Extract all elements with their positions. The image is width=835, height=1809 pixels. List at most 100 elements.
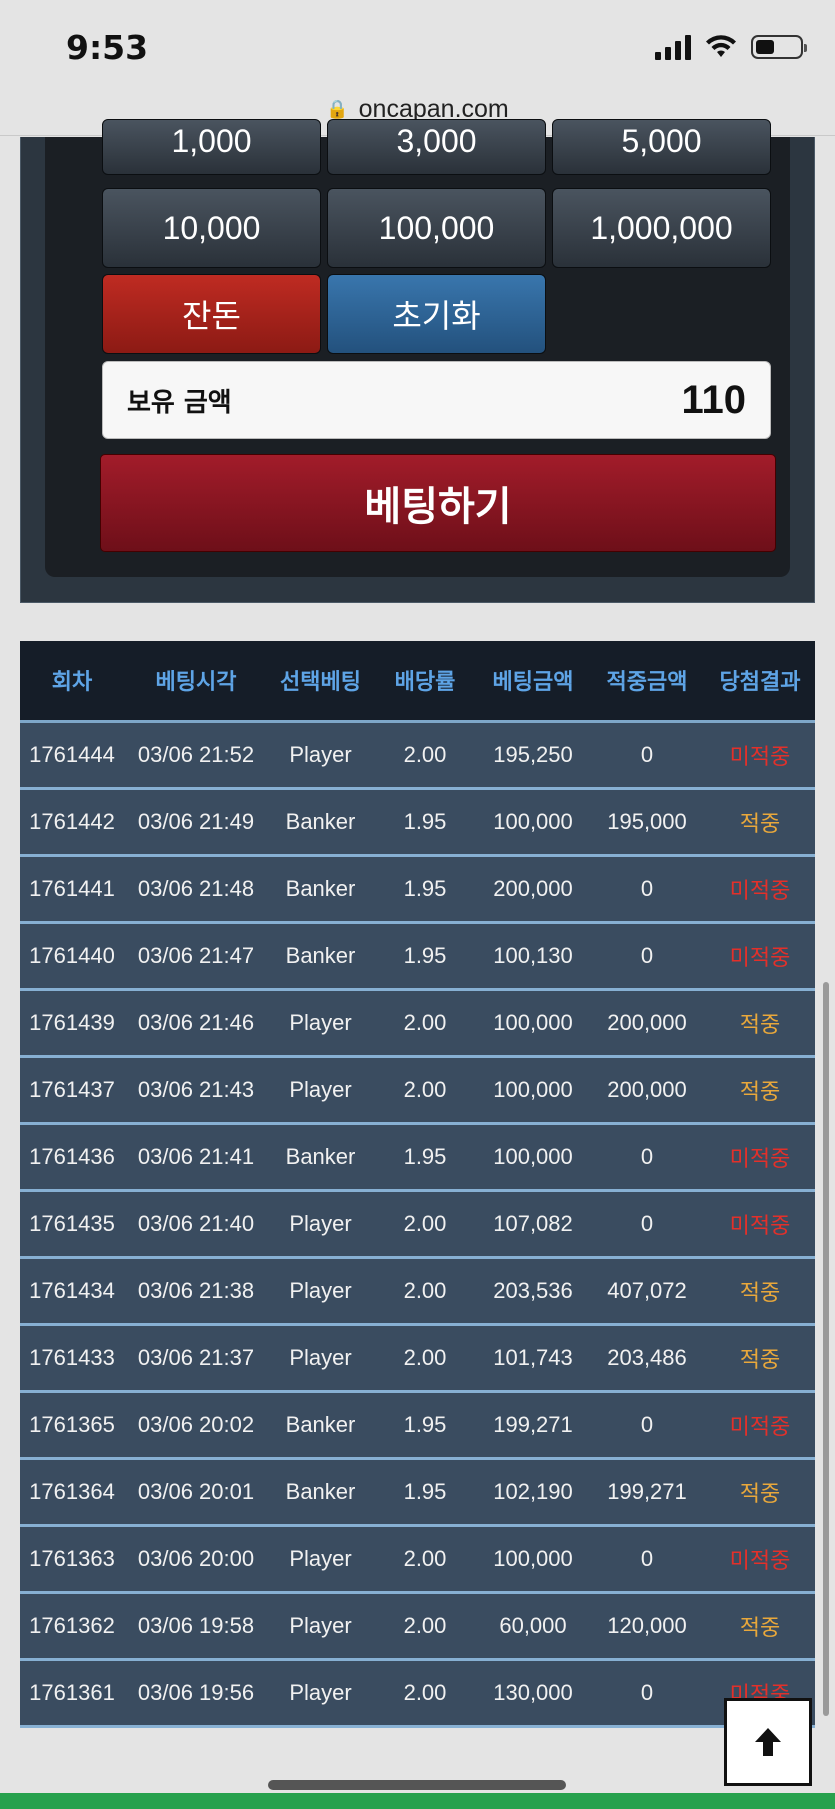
place-bet-button[interactable]: 베팅하기 <box>100 454 776 552</box>
cell-odds: 1.95 <box>373 1391 477 1460</box>
cell-win-amount: 200,000 <box>589 989 705 1058</box>
cell-odds: 2.00 <box>373 1659 477 1728</box>
battery-icon <box>751 35 807 59</box>
balance-value: 110 <box>681 377 746 422</box>
table-row: 1761361 03/06 19:56 Player 2.00 130,000 0 미적중 <box>20 1659 815 1728</box>
cell-result: 미적중 <box>705 1525 815 1594</box>
cell-bet-time: 03/06 21:49 <box>124 788 268 857</box>
cell-round: 1761437 <box>20 1056 124 1125</box>
cell-odds: 2.00 <box>373 1056 477 1125</box>
cell-win-amount: 0 <box>589 721 705 790</box>
cell-bet-time: 03/06 20:01 <box>124 1458 268 1527</box>
cell-result: 적중 <box>705 1592 815 1661</box>
cell-result: 적중 <box>705 1257 815 1326</box>
cell-odds: 1.95 <box>373 855 477 924</box>
chip-5000-button[interactable]: 5,000 <box>552 119 771 175</box>
betting-panel: 1,000 3,000 5,000 10,000 100,000 1,000,0… <box>20 119 815 603</box>
chip-10000-button[interactable]: 10,000 <box>102 188 321 268</box>
cell-win-amount: 0 <box>589 1190 705 1259</box>
cell-bet-amount: 101,743 <box>477 1324 589 1393</box>
cell-win-amount: 0 <box>589 855 705 924</box>
header-round: 회차 <box>20 641 124 723</box>
lock-icon: 🔒 <box>326 99 349 120</box>
change-button[interactable]: 잔돈 <box>102 274 321 354</box>
cell-odds: 1.95 <box>373 1123 477 1192</box>
cell-bet-amount: 100,000 <box>477 1056 589 1125</box>
cell-bet-amount: 200,000 <box>477 855 589 924</box>
header-result: 당첨결과 <box>705 641 815 723</box>
cell-bet-amount: 199,271 <box>477 1391 589 1460</box>
cell-selection: Player <box>268 1525 373 1594</box>
cell-result: 미적중 <box>705 922 815 991</box>
chip-1000-button[interactable]: 1,000 <box>102 119 321 175</box>
chip-100000-button[interactable]: 100,000 <box>327 188 546 268</box>
reset-button[interactable]: 초기화 <box>327 274 546 354</box>
cell-odds: 1.95 <box>373 922 477 991</box>
status-time: 9:53 <box>66 28 149 67</box>
table-row: 1761434 03/06 21:38 Player 2.00 203,536 407,0… <box>20 1257 815 1326</box>
table-row: 1761364 03/06 20:01 Banker 1.95 102,190 199,2… <box>20 1458 815 1527</box>
cell-bet-amount: 107,082 <box>477 1190 589 1259</box>
cell-win-amount: 0 <box>589 1391 705 1460</box>
cell-round: 1761444 <box>20 721 124 790</box>
cell-odds: 2.00 <box>373 1324 477 1393</box>
cell-result: 적중 <box>705 989 815 1058</box>
cell-win-amount: 200,000 <box>589 1056 705 1125</box>
header-bet-amount: 베팅금액 <box>477 641 589 723</box>
table-row: 1761435 03/06 21:40 Player 2.00 107,082 0 미적중 <box>20 1190 815 1259</box>
scrollbar[interactable] <box>823 982 829 1716</box>
table-row: 1761441 03/06 21:48 Banker 1.95 200,000 0 미적중 <box>20 855 815 924</box>
cell-bet-time: 03/06 21:38 <box>124 1257 268 1326</box>
table-row: 1761437 03/06 21:43 Player 2.00 100,000 200,0… <box>20 1056 815 1125</box>
cell-selection: Player <box>268 1659 373 1728</box>
cell-result: 미적중 <box>705 1391 815 1460</box>
cell-bet-time: 03/06 20:02 <box>124 1391 268 1460</box>
cell-selection: Banker <box>268 1458 373 1527</box>
cell-bet-time: 03/06 21:40 <box>124 1190 268 1259</box>
table-row: 1761433 03/06 21:37 Player 2.00 101,743 203,4… <box>20 1324 815 1393</box>
cell-bet-time: 03/06 21:41 <box>124 1123 268 1192</box>
table-header-row: 회차 베팅시각 선택베팅 배당률 베팅금액 적중금액 당첨결과 <box>20 641 815 723</box>
cell-selection: Player <box>268 1190 373 1259</box>
scroll-top-button[interactable] <box>724 1698 812 1786</box>
cell-bet-time: 03/06 19:56 <box>124 1659 268 1728</box>
cell-round: 1761441 <box>20 855 124 924</box>
cell-bet-time: 03/06 21:37 <box>124 1324 268 1393</box>
cell-selection: Banker <box>268 1123 373 1192</box>
cell-round: 1761439 <box>20 989 124 1058</box>
cell-win-amount: 203,486 <box>589 1324 705 1393</box>
chip-1000000-button[interactable]: 1,000,000 <box>552 188 771 268</box>
cell-bet-time: 03/06 21:52 <box>124 721 268 790</box>
cell-win-amount: 0 <box>589 1525 705 1594</box>
table-row: 1761365 03/06 20:02 Banker 1.95 199,271 0 미적중 <box>20 1391 815 1460</box>
cell-round: 1761361 <box>20 1659 124 1728</box>
cell-win-amount: 0 <box>589 1123 705 1192</box>
cell-bet-amount: 203,536 <box>477 1257 589 1326</box>
cell-round: 1761363 <box>20 1525 124 1594</box>
cell-round: 1761436 <box>20 1123 124 1192</box>
cell-win-amount: 0 <box>589 922 705 991</box>
cell-round: 1761434 <box>20 1257 124 1326</box>
cell-result: 적중 <box>705 1458 815 1527</box>
wifi-icon <box>706 35 736 57</box>
cell-result: 적중 <box>705 1324 815 1393</box>
cell-win-amount: 120,000 <box>589 1592 705 1661</box>
cell-round: 1761365 <box>20 1391 124 1460</box>
cell-bet-time: 03/06 21:47 <box>124 922 268 991</box>
cell-win-amount: 407,072 <box>589 1257 705 1326</box>
balance-label: 보유 금액 <box>127 387 232 418</box>
cell-selection: Player <box>268 1324 373 1393</box>
chip-3000-button[interactable]: 3,000 <box>327 119 546 175</box>
cell-bet-time: 03/06 21:43 <box>124 1056 268 1125</box>
cell-odds: 2.00 <box>373 1525 477 1594</box>
cell-selection: Player <box>268 721 373 790</box>
cell-odds: 2.00 <box>373 1257 477 1326</box>
cell-round: 1761435 <box>20 1190 124 1259</box>
status-bar: 9:53 <box>0 0 835 88</box>
table-row: 1761363 03/06 20:00 Player 2.00 100,000 0 미적중 <box>20 1525 815 1594</box>
cell-odds: 1.95 <box>373 788 477 857</box>
cell-bet-time: 03/06 21:48 <box>124 855 268 924</box>
cell-odds: 2.00 <box>373 1592 477 1661</box>
cell-odds: 1.95 <box>373 1458 477 1527</box>
signal-icon <box>655 34 691 60</box>
